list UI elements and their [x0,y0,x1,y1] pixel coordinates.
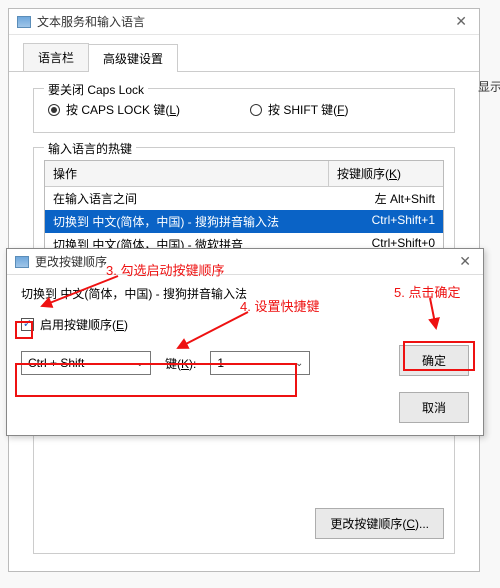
enable-label-end: ) [124,318,128,332]
ok-button[interactable]: 确定 [399,345,469,376]
radio-caps-label-end: ) [176,103,180,117]
row-action: 在输入语言之间 [45,187,329,210]
change-key-sequence-dialog: 更改按键顺序 ✕ 切换到 中文(简体，中国) - 搜狗拼音输入法 ✓ 启用按键顺… [6,248,484,436]
key-label-end: ): [189,357,196,371]
modifier-value: Ctrl + Shift [28,356,84,370]
modifier-select[interactable]: Ctrl + Shift ⌄ [21,351,151,375]
key-value: 1 [217,356,224,370]
close-icon[interactable]: ✕ [451,13,471,30]
tab-strip: 语言栏 高级键设置 [9,35,479,72]
row-action: 切换到 中文(简体，中国) - 搜狗拼音输入法 [45,210,329,233]
hotkey: F [337,103,344,117]
table-row[interactable]: 在输入语言之间左 Alt+Shift [45,187,443,210]
annotation-5-text: 5. 点击确定 [394,282,460,301]
radio-caps-lock[interactable]: 按 CAPS LOCK 键(L) [48,101,180,118]
tab-advanced-keys[interactable]: 高级键设置 [88,44,178,72]
list-header: 操作 按键顺序(K) [45,161,443,187]
tab-language-bar[interactable]: 语言栏 [23,43,89,71]
row-keys: 左 Alt+Shift [329,187,443,210]
titlebar: 文本服务和输入语言 ✕ [9,9,479,35]
dialog1-title: 文本服务和输入语言 [37,13,451,30]
cancel-button[interactable]: 取消 [399,392,469,423]
radio-icon [250,104,262,116]
radio-shift-label: 按 SHIFT 键( [268,103,337,117]
radio-shift[interactable]: 按 SHIFT 键(F) [250,101,348,118]
hotkey: K [181,357,189,371]
window-icon [15,256,29,268]
hotkey: E [116,318,124,332]
capslock-group: 要关闭 Caps Lock 按 CAPS LOCK 键(L) 按 SHIFT 键… [33,88,455,133]
key-select[interactable]: 1 ⌄ [210,351,310,375]
dialog2-title: 更改按键顺序 [35,253,455,270]
chevron-down-icon: ⌄ [295,358,303,369]
titlebar: 更改按键顺序 ✕ [7,249,483,275]
table-row[interactable]: 切换到 中文(简体，中国) - 搜狗拼音输入法Ctrl+Shift+1 [45,210,443,233]
row-keys: Ctrl+Shift+1 [329,210,443,233]
col-keys-header[interactable]: 按键顺序(K) [329,161,443,186]
window-icon [17,16,31,28]
radio-caps-label: 按 CAPS LOCK 键( [66,103,169,117]
annotation-3-text: 3. 勾选启动按键顺序 [106,260,224,279]
enable-label: 启用按键顺序( [40,318,116,332]
hotkeys-title: 输入语言的热键 [44,140,136,157]
background-label: 显示 [478,78,500,95]
enable-key-sequence-checkbox[interactable]: ✓ [21,318,34,331]
close-icon[interactable]: ✕ [455,253,475,270]
radio-icon [48,104,60,116]
capslock-title: 要关闭 Caps Lock [44,81,148,98]
chevron-down-icon: ⌄ [136,358,144,369]
radio-shift-label-end: ) [345,103,349,117]
key-label: 键( [165,357,181,371]
change-key-sequence-button[interactable]: 更改按键顺序(C)... [315,508,444,539]
col-action-header[interactable]: 操作 [45,161,329,186]
annotation-4-text: 4. 设置快捷键 [240,296,319,315]
